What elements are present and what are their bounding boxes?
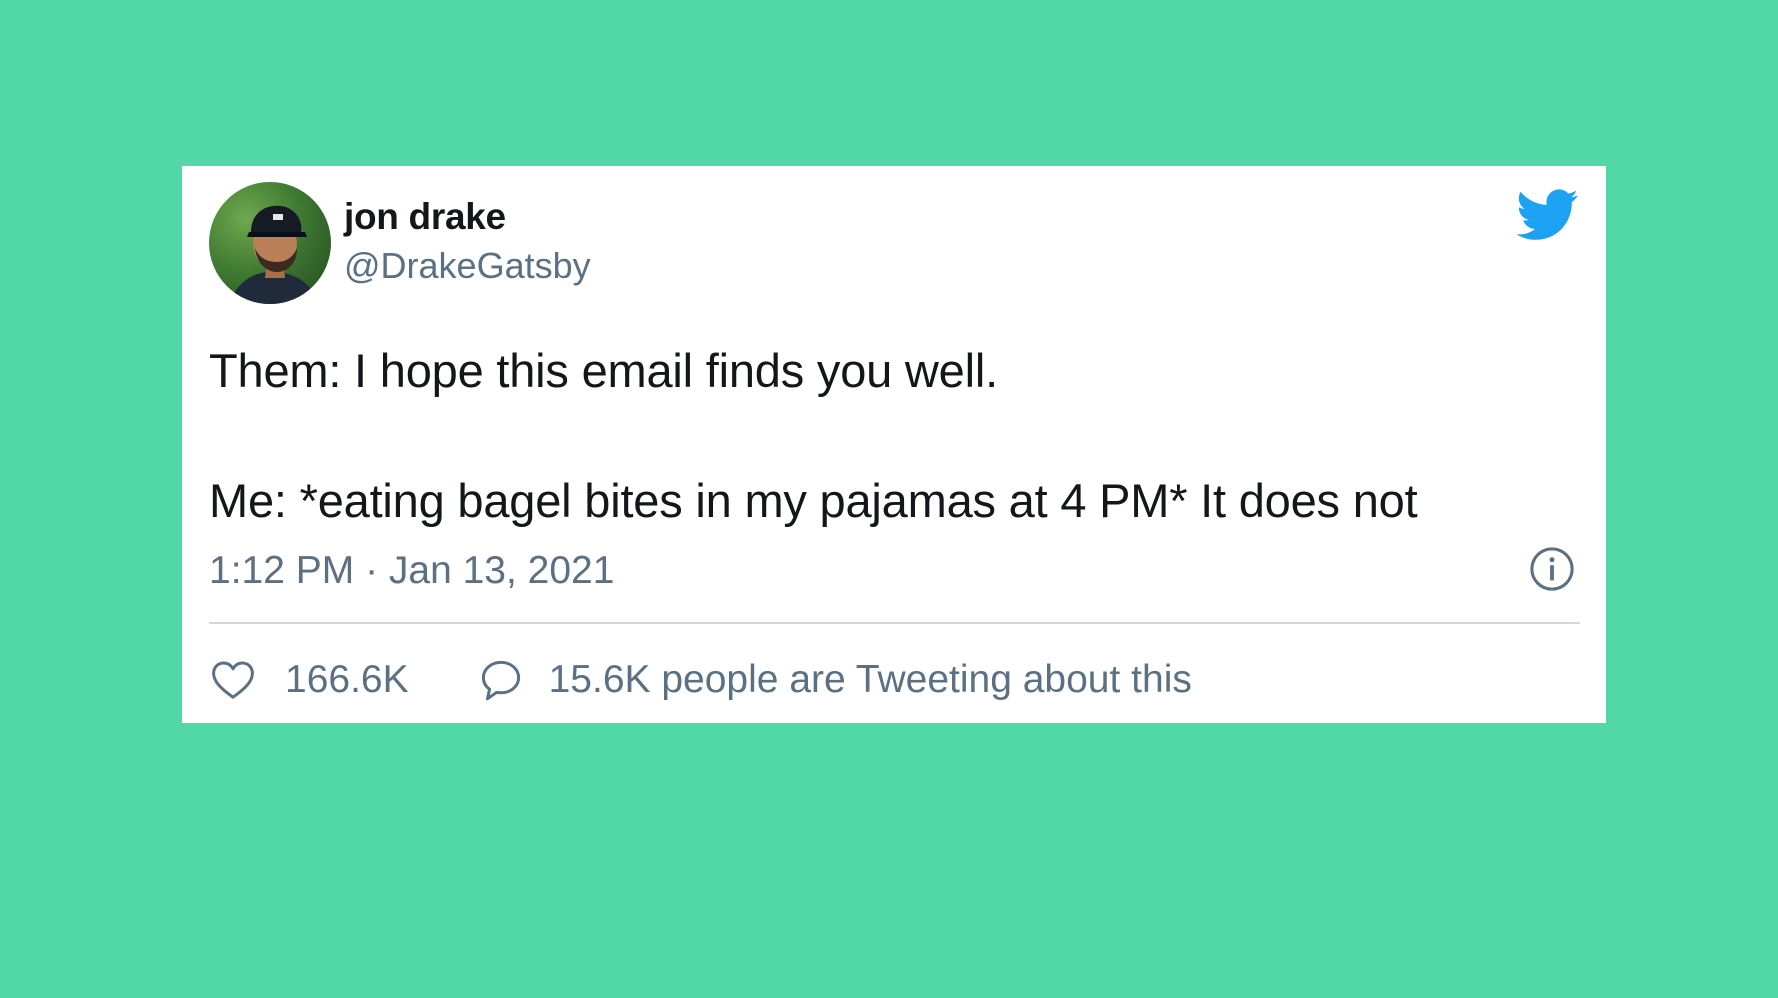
tweeting-about-text: 15.6K people are Tweeting about this — [548, 658, 1192, 701]
divider — [209, 622, 1580, 624]
tweet-text-line: Them: I hope this email finds you well. — [209, 344, 998, 397]
like-count: 166.6K — [285, 658, 409, 701]
speech-bubble-icon[interactable] — [477, 656, 525, 704]
twitter-bird-icon[interactable] — [1517, 188, 1579, 242]
tweet-text: Them: I hope this email finds you well. … — [209, 338, 1579, 533]
tweet-stats: 166.6K 15.6K people are Tweeting about t… — [209, 653, 1192, 707]
author-name[interactable]: jon drake — [344, 196, 506, 238]
tweet-card: jon drake @DrakeGatsby Them: I hope this… — [182, 166, 1606, 723]
author-handle[interactable]: @DrakeGatsby — [344, 245, 591, 287]
tweet-text-line: Me: *eating bagel bites in my pajamas at… — [209, 474, 1418, 527]
avatar-photo — [229, 205, 319, 304]
avatar[interactable] — [209, 182, 331, 304]
tweeting-about-link[interactable]: 15.6K people are Tweeting about this — [477, 656, 1192, 704]
info-icon[interactable] — [1529, 546, 1575, 592]
tweet-timestamp[interactable]: 1:12 PM · Jan 13, 2021 — [209, 549, 614, 593]
like-button[interactable]: 166.6K — [209, 656, 409, 704]
tweet-line-break — [209, 403, 1579, 468]
heart-icon[interactable] — [209, 656, 257, 704]
